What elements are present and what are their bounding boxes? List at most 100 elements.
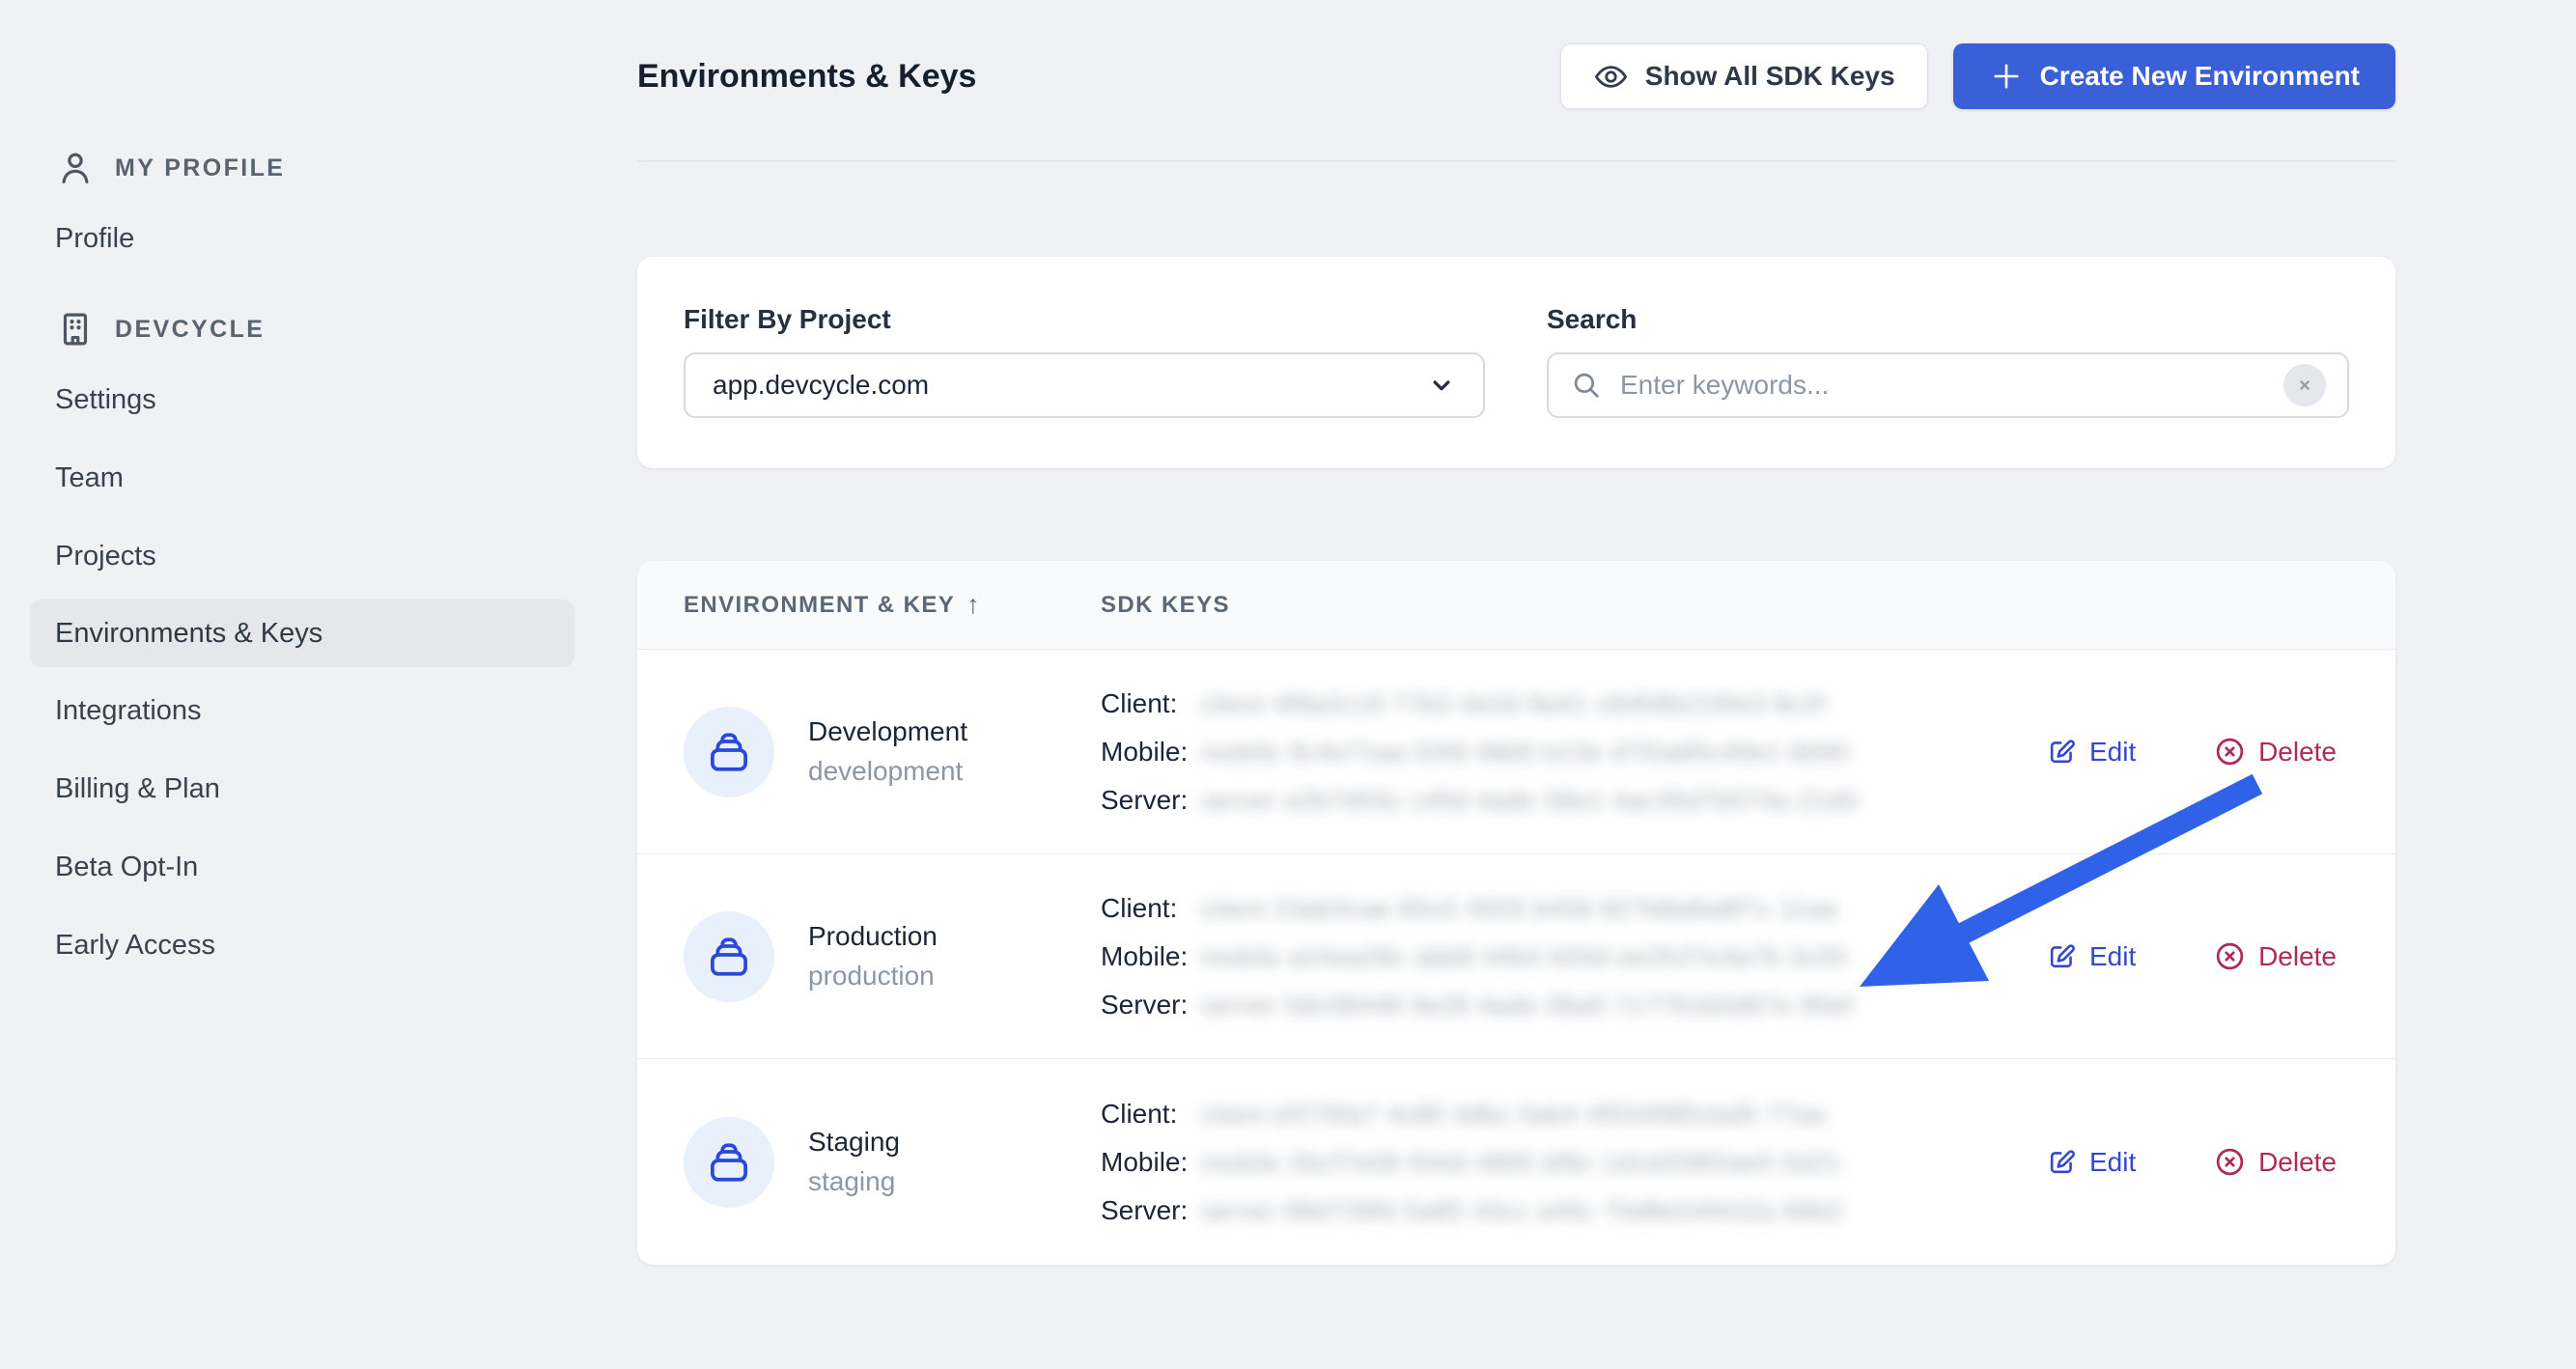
sidebar-section-my-profile: MY PROFILE [55,141,637,195]
delete-label: Delete [2258,736,2337,767]
stacked-environment-icon [711,936,747,976]
environment-cell: Development development [684,706,1101,797]
stacked-environment-icon [711,732,747,771]
sidebar-item-environments-keys[interactable]: Environments & Keys [30,600,574,667]
environment-key-slug: development [808,756,964,786]
row-actions: Edit Delete [2047,1146,2337,1178]
create-new-environment-label: Create New Environment [2039,61,2360,91]
sdk-keys-cell: Client: client ef276fa7 4c80 4dbc 0ab4 4… [1101,1098,2047,1227]
sidebar-item-integrations[interactable]: Integrations [30,676,574,745]
user-icon [62,153,89,183]
environment-icon-badge [684,706,774,797]
delete-button[interactable]: Delete [2214,1146,2337,1178]
page-header: Environments & Keys Show All SDK Keys Cr… [637,43,2395,109]
server-key-value-blurred: server 89d739fd 5a85 43cc a45c 70d8e54f4… [1201,1195,1844,1225]
environment-name: Staging [808,1127,900,1157]
mobile-key-line: Mobile: mobile a24ea28c abb8 44b4 b93d e… [1101,940,2047,973]
edit-pencil-square-icon [2050,740,2075,764]
environment-icon-badge [684,910,774,1002]
delete-button[interactable]: Delete [2214,940,2337,972]
environments-table: ENVIRONMENT & KEY ↑ SDK KEYS Development… [637,561,2395,1265]
sidebar-item-team[interactable]: Team [30,443,574,513]
client-key-line: Client: client 23ab3cae 85c5 4929 b456 8… [1101,892,2047,925]
sidebar-item-early-access[interactable]: Early Access [30,910,574,980]
table-row-production: Production production Client: client 23a… [637,854,2395,1059]
column-header-environment-key[interactable]: ENVIRONMENT & KEY ↑ [684,590,1101,620]
server-key-label: Server: [1101,1194,1189,1225]
row-actions: Edit Delete [2047,940,2337,972]
search-box [1547,352,2349,418]
mobile-key-label: Mobile: [1101,940,1189,971]
header-divider [637,160,2395,162]
clear-search-button[interactable] [2283,364,2326,406]
sidebar-item-billing-plan[interactable]: Billing & Plan [30,754,574,824]
server-key-line: Server: server 89d739fd 5a85 43cc a45c 7… [1101,1194,2047,1227]
sidebar-item-label: Environments & Keys [55,617,323,649]
server-key-label: Server: [1101,989,1189,1020]
sidebar-item-profile[interactable]: Profile [30,204,574,273]
page-title: Environments & Keys [637,57,977,95]
server-key-value-blurred: server e2b7d03c c45d 4ade 58e1 4ac35d7b0… [1201,785,1858,815]
environment-names: Development development [808,716,967,787]
sidebar-item-label: Team [55,461,124,493]
delete-button[interactable]: Delete [2214,736,2337,768]
show-all-sdk-keys-label: Show All SDK Keys [1644,61,1895,91]
edit-button[interactable]: Edit [2047,1147,2136,1178]
sidebar-item-label: Profile [55,222,135,254]
edit-label: Edit [2089,736,2137,767]
environment-key-slug: production [808,961,935,991]
environment-key-slug: staging [808,1166,896,1196]
sort-ascending-icon: ↑ [966,590,980,619]
sidebar-item-projects[interactable]: Projects [30,521,574,591]
table-row-staging: Staging staging Client: client ef276fa7 … [637,1059,2395,1265]
edit-label: Edit [2089,1146,2137,1177]
header-actions: Show All SDK Keys Create New Environment [1559,43,2395,109]
edit-button[interactable]: Edit [2047,737,2136,768]
table-header-row: ENVIRONMENT & KEY ↑ SDK KEYS [637,561,2395,650]
sidebar-item-label: Settings [55,383,156,415]
chevron-down-icon [1433,380,1450,391]
delete-circle-x-icon [2216,1148,2244,1176]
sidebar-item-settings[interactable]: Settings [30,365,574,434]
server-key-label: Server: [1101,784,1189,815]
page-root: MY PROFILE Profile DEVCYCLE Settings Tea… [0,0,2576,1369]
environment-names: Staging staging [808,1127,900,1197]
environment-name: Development [808,716,967,746]
search-label: Search [1547,304,1638,334]
edit-pencil-square-icon [2050,944,2075,968]
sidebar: MY PROFILE Profile DEVCYCLE Settings Tea… [0,0,637,980]
edit-button[interactable]: Edit [2047,941,2136,972]
edit-label: Edit [2089,940,2137,971]
project-select[interactable]: app.devcycle.com [684,352,1485,418]
sidebar-item-beta-opt-in[interactable]: Beta Opt-In [30,832,574,902]
delete-circle-x-icon [2216,942,2244,970]
filter-card: Filter By Project app.devcycle.com Searc… [637,257,2395,468]
client-key-line: Client: client ef276fa7 4c80 4dbc 0ab4 4… [1101,1098,2047,1131]
eye-icon [1594,65,1627,88]
client-key-line: Client: client 4f8a2c19 77b3 4e2d 9a41 c… [1101,687,2047,720]
server-key-value-blurred: server 0dc08448 9e28 4ade 08a9 717761b0d… [1201,990,1854,1020]
sidebar-item-label: Integrations [55,694,202,726]
sidebar-section-label: MY PROFILE [115,154,286,182]
show-all-sdk-keys-button[interactable]: Show All SDK Keys [1559,43,1928,109]
delete-label: Delete [2258,940,2337,971]
row-actions: Edit Delete [2047,736,2337,768]
client-key-value-blurred: client ef276fa7 4c80 4dbc 0ab4 4f034985c… [1201,1099,1826,1129]
building-icon [63,313,88,346]
sdk-keys-cell: Client: client 4f8a2c19 77b3 4e2d 9a41 c… [1101,687,2047,817]
project-filter-group: Filter By Project app.devcycle.com [684,303,1485,422]
create-new-environment-button[interactable]: Create New Environment [1952,43,2395,109]
search-group: Search [1547,303,2349,422]
search-input[interactable] [1618,369,2268,402]
client-key-value-blurred: client 4f8a2c19 77b3 4e2d 9a41 c6d58b21f… [1201,688,1826,718]
server-key-line: Server: server e2b7d03c c45d 4ade 58e1 4… [1101,784,2047,817]
plus-icon [1994,64,2019,89]
delete-circle-x-icon [2216,738,2244,766]
environment-cell: Staging staging [684,1116,1101,1208]
project-select-value: app.devcycle.com [713,370,930,400]
column-header-label: ENVIRONMENT & KEY [684,591,956,618]
close-icon [2300,380,2310,390]
edit-pencil-square-icon [2050,1150,2075,1174]
mobile-key-value-blurred: mobile 2bcf7e08 934d 4895 bf6c 1d1d258f2… [1201,1147,1842,1177]
client-key-label: Client: [1101,1098,1178,1129]
